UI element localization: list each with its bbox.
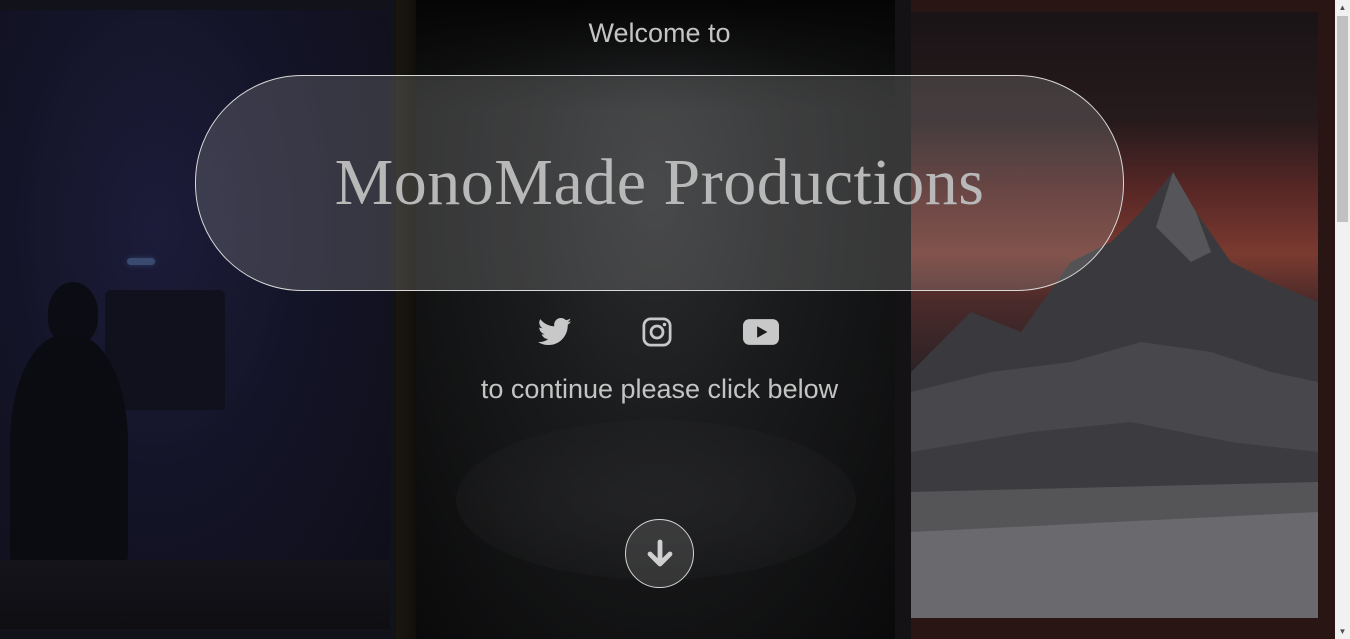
youtube-icon — [743, 319, 779, 345]
scroll-down-button[interactable] — [625, 519, 694, 588]
scroll-up-arrow-icon[interactable]: ▲ — [1335, 0, 1350, 15]
instagram-icon — [642, 317, 672, 347]
youtube-link[interactable] — [741, 312, 781, 352]
site-title: MonoMade Productions — [334, 146, 985, 219]
scroll-down-arrow-icon[interactable]: ▼ — [1335, 624, 1350, 639]
person-silhouette-body — [10, 335, 128, 575]
twitter-link[interactable] — [535, 312, 575, 352]
social-links — [0, 312, 1319, 352]
continue-instruction: to continue please click below — [480, 374, 839, 404]
welcome-heading: Welcome to — [588, 18, 731, 48]
title-banner: MonoMade Productions — [195, 75, 1124, 291]
arrow-down-icon — [647, 539, 672, 566]
distant-light — [127, 258, 155, 265]
twitter-icon — [538, 317, 572, 346]
vertical-scrollbar[interactable]: ▲ ▼ — [1335, 0, 1350, 639]
ground — [0, 560, 390, 629]
instagram-link[interactable] — [637, 312, 677, 352]
page: Welcome to MonoMade Productions to conti… — [0, 0, 1335, 639]
scrollbar-thumb[interactable] — [1337, 16, 1348, 222]
